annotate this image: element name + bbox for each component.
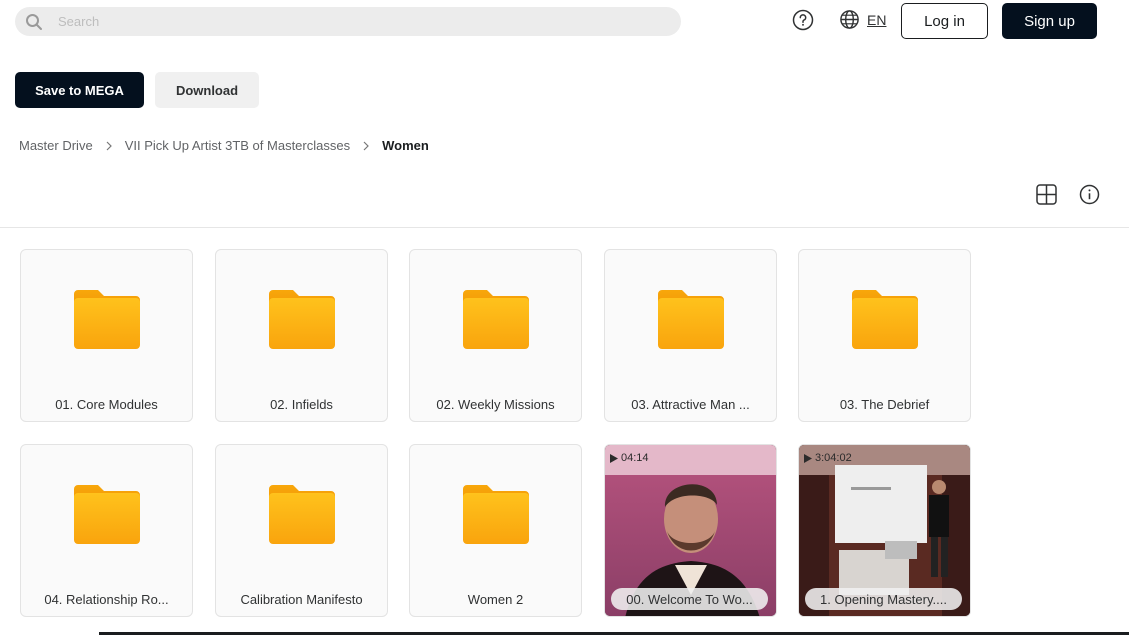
- folder-icon: [463, 290, 529, 349]
- video-name-pill: 1. Opening Mastery....: [805, 588, 962, 610]
- video-duration: 04:14: [610, 452, 649, 464]
- download-button[interactable]: Download: [155, 72, 259, 108]
- login-button[interactable]: Log in: [901, 3, 988, 39]
- duration-text: 04:14: [621, 452, 649, 464]
- signup-button[interactable]: Sign up: [1002, 3, 1097, 39]
- chevron-right-icon: [106, 141, 112, 150]
- folder-name: Calibration Manifesto: [240, 592, 363, 607]
- breadcrumb: Master Drive VII Pick Up Artist 3TB of M…: [19, 138, 429, 153]
- folder-icon: [852, 290, 918, 349]
- folder-name: 01. Core Modules: [55, 397, 158, 412]
- grid-view-icon[interactable]: [1036, 184, 1057, 205]
- folder-icon: [269, 290, 335, 349]
- video-card[interactable]: 3:04:02 1. Opening Mastery....: [798, 444, 971, 617]
- folder-name: 04. Relationship Ro...: [44, 592, 169, 607]
- folder-name: 02. Weekly Missions: [436, 397, 555, 412]
- video-duration: 3:04:02: [804, 452, 852, 464]
- duration-text: 3:04:02: [815, 452, 852, 464]
- video-name: 00. Welcome To Wo...: [626, 591, 753, 607]
- video-card[interactable]: 04:14 00. Welcome To Wo...: [604, 444, 777, 617]
- search-bar[interactable]: [15, 7, 681, 36]
- folder-name: 02. Infields: [270, 397, 333, 412]
- info-icon[interactable]: [1079, 184, 1100, 205]
- video-name: 1. Opening Mastery....: [820, 591, 947, 607]
- folder-name: Women 2: [467, 592, 524, 607]
- play-icon: [804, 453, 812, 463]
- folder-card[interactable]: 03. Attractive Man ...: [604, 249, 777, 422]
- video-name-pill: 00. Welcome To Wo...: [611, 588, 768, 610]
- language-selector[interactable]: EN: [867, 12, 886, 28]
- help-icon[interactable]: [792, 9, 814, 31]
- folder-card[interactable]: 04. Relationship Ro...: [20, 444, 193, 617]
- search-input[interactable]: [58, 14, 618, 29]
- folder-card[interactable]: 03. The Debrief: [798, 249, 971, 422]
- folder-icon: [658, 290, 724, 349]
- play-icon: [610, 453, 618, 463]
- folder-card[interactable]: 02. Infields: [215, 249, 388, 422]
- breadcrumb-item-master-drive[interactable]: Master Drive: [19, 138, 93, 153]
- divider: [0, 227, 1129, 228]
- folder-card[interactable]: 02. Weekly Missions: [409, 249, 582, 422]
- folder-name: 03. Attractive Man ...: [631, 397, 750, 412]
- folder-card[interactable]: 01. Core Modules: [20, 249, 193, 422]
- search-icon: [26, 13, 42, 30]
- chevron-right-icon: [363, 141, 369, 150]
- folder-icon: [463, 485, 529, 544]
- breadcrumb-current: Women: [382, 138, 429, 153]
- folder-icon: [269, 485, 335, 544]
- breadcrumb-item-folder[interactable]: VII Pick Up Artist 3TB of Masterclasses: [125, 138, 350, 153]
- globe-icon[interactable]: [839, 9, 860, 30]
- save-to-mega-button[interactable]: Save to MEGA: [15, 72, 144, 108]
- folder-name: 03. The Debrief: [839, 397, 930, 412]
- folder-card[interactable]: Calibration Manifesto: [215, 444, 388, 617]
- folder-card[interactable]: Women 2: [409, 444, 582, 617]
- folder-icon: [74, 485, 140, 544]
- folder-icon: [74, 290, 140, 349]
